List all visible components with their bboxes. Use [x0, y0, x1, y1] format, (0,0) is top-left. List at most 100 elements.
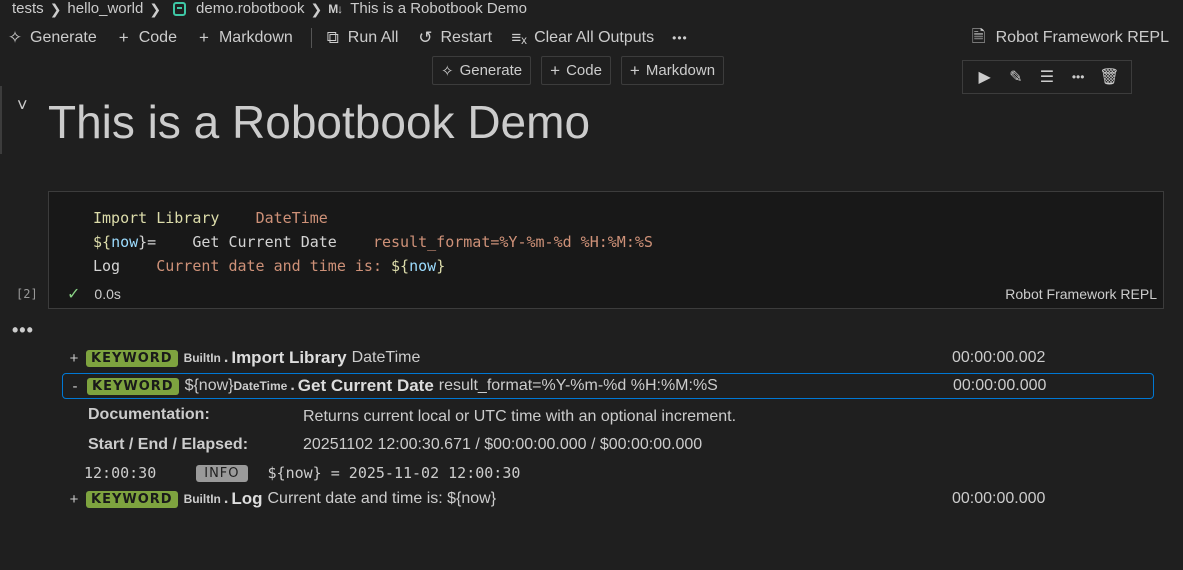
restart-label: Restart	[440, 29, 493, 46]
keyword-args: result_format=%Y-%m-%d %H:%M:%S	[438, 377, 718, 394]
times-label: Start / End / Elapsed:	[88, 436, 249, 453]
add-code-button[interactable]: + Code	[115, 28, 187, 48]
expand-toggle[interactable]: +	[62, 491, 86, 508]
more-icon[interactable]: •••	[1067, 70, 1089, 84]
keyword-args: DateTime	[351, 349, 421, 366]
var-close-token: }=	[138, 233, 157, 251]
breadcrumb: tests ❯ hello_world ❯ demo.robotbook ❯ M…	[12, 0, 527, 18]
keyword-badge: KEYWORD	[86, 490, 178, 508]
split-icon[interactable]: ☰	[1036, 67, 1058, 87]
plus-icon: +	[629, 60, 640, 80]
restart-icon: ↺	[418, 28, 433, 47]
log-row-import-library[interactable]: + KEYWORD BuiltIn. Import Library DateTi…	[62, 345, 1154, 371]
restart-button[interactable]: ↺ Restart	[416, 28, 502, 48]
output-more-icon[interactable]: •••	[12, 320, 34, 341]
breadcrumb-item-hello-world[interactable]: hello_world	[67, 0, 143, 18]
var-open-token: ${	[93, 233, 112, 251]
more-actions-button[interactable]: •••	[672, 31, 698, 45]
check-icon: ✓	[67, 286, 81, 303]
log-message: 12:00:30 INFO ${now} = 2025-11-02 12:00:…	[84, 461, 520, 485]
message-time: 12:00:30	[84, 464, 157, 482]
collapse-toggle[interactable]: -	[63, 378, 87, 395]
elapsed-time: 00:00:00.000	[952, 490, 1046, 507]
edit-icon[interactable]: ✎	[1005, 67, 1027, 87]
documentation-label: Documentation:	[88, 406, 210, 423]
kernel-label: Robot Framework REPL	[995, 29, 1169, 46]
run-all-button[interactable]: ⧉ Run All	[324, 28, 409, 48]
notebook-toolbar: ✧ Generate + Code + Markdown ⧉ Run All ↺…	[6, 26, 706, 50]
log-row-log[interactable]: + KEYWORD BuiltIn. Log Current date and …	[62, 486, 1154, 512]
keyword-token: Log	[93, 257, 121, 275]
insert-cell-bar: ✧ Generate + Code + Markdown	[432, 56, 725, 86]
info-badge: INFO	[196, 464, 248, 482]
generate-button[interactable]: ✧ Generate	[6, 28, 107, 48]
markdown-label: Markdown	[218, 29, 293, 46]
breadcrumb-item-heading[interactable]: This is a Robotbook Demo	[350, 0, 527, 18]
chevron-right-icon: ❯	[310, 1, 323, 17]
chevron-right-icon: ❯	[149, 1, 162, 17]
page-title: This is a Robotbook Demo	[48, 96, 591, 148]
variable-token: now	[111, 233, 139, 251]
insert-generate-button[interactable]: ✧ Generate	[432, 56, 532, 85]
code-line-3: Log Current date and time is: ${now}	[93, 254, 653, 278]
separator-dot: .	[290, 377, 295, 394]
clear-all-icon: ≡ₓ	[511, 28, 527, 47]
run-cell-icon[interactable]: ▶	[974, 67, 996, 87]
breadcrumb-item-tests[interactable]: tests	[12, 0, 44, 18]
plus-icon: +	[118, 28, 129, 47]
chevron-down-icon[interactable]: ˅	[17, 95, 28, 116]
separator-dot: .	[223, 490, 229, 507]
argument-token: Current date and time is:	[156, 257, 392, 275]
var-close-token: }	[436, 257, 446, 275]
more-icon: •••	[672, 31, 688, 45]
keyword-name: Import Library	[231, 348, 347, 367]
cell-duration: 0.0s	[94, 286, 121, 302]
expand-toggle[interactable]: +	[62, 350, 86, 367]
add-markdown-button[interactable]: + Markdown	[195, 28, 303, 48]
message-text: ${now} = 2025-11-02 12:00:30	[267, 464, 521, 482]
assigned-variable: ${now}	[184, 377, 234, 394]
cell-language-label[interactable]: Robot Framework REPL	[1005, 286, 1157, 302]
library-name: DateTime	[233, 379, 288, 393]
kernel-file-icon: 🗎	[971, 26, 986, 46]
toolbar-divider	[310, 28, 312, 48]
plus-icon: +	[550, 60, 561, 80]
clear-outputs-label: Clear All Outputs	[534, 29, 655, 46]
log-row-get-current-date[interactable]: - KEYWORD ${now} DateTime. Get Current Da…	[62, 373, 1154, 399]
times-value: 20251102 12:00:30.671 / $00:00:00.000 / …	[303, 436, 703, 453]
insert-markdown-button[interactable]: + Markdown	[620, 56, 725, 85]
code-cell[interactable]: Import Library DateTime ${now}= Get Curre…	[48, 191, 1164, 309]
elapsed-time: 00:00:00.002	[952, 349, 1046, 366]
library-name: BuiltIn	[183, 492, 221, 506]
documentation-value: Returns current local or UTC time with a…	[303, 408, 737, 425]
keyword-badge: KEYWORD	[86, 349, 178, 367]
run-all-icon: ⧉	[326, 28, 339, 47]
argument-token: DateTime	[255, 209, 328, 227]
markdown-icon: M↓	[328, 2, 343, 16]
insert-code-label: Code	[566, 62, 602, 79]
keyword-name: Log	[231, 489, 263, 508]
cell-focus-indicator	[0, 86, 2, 154]
breadcrumb-item-file[interactable]: demo.robotbook	[196, 0, 304, 18]
library-name: BuiltIn	[183, 351, 221, 365]
separator-dot: .	[223, 349, 229, 366]
code-editor[interactable]: Import Library DateTime ${now}= Get Curre…	[93, 206, 653, 278]
keyword-badge: KEYWORD	[87, 377, 179, 395]
run-all-label: Run All	[347, 29, 399, 46]
var-open-token: ${	[391, 257, 410, 275]
chevron-right-icon: ❯	[49, 1, 62, 17]
sparkle-icon: ✧	[441, 62, 454, 80]
code-label: Code	[138, 29, 177, 46]
delete-icon[interactable]: 🗑	[1098, 67, 1120, 87]
kernel-picker[interactable]: 🗎 Robot Framework REPL	[970, 26, 1169, 50]
argument-token: result_format=%Y-%m-%d %H:%M:%S	[372, 233, 653, 251]
sparkle-icon: ✧	[7, 28, 23, 47]
notebook-icon	[173, 2, 187, 16]
cell-status: ✓ 0.0s	[67, 284, 121, 304]
keyword-args: Current date and time is: ${now}	[267, 490, 497, 507]
insert-code-button[interactable]: + Code	[541, 56, 611, 85]
clear-outputs-button[interactable]: ≡ₓ Clear All Outputs	[510, 28, 664, 48]
insert-markdown-label: Markdown	[645, 62, 716, 79]
keyword-token: Import Library	[93, 209, 220, 227]
plus-icon: +	[199, 28, 209, 47]
